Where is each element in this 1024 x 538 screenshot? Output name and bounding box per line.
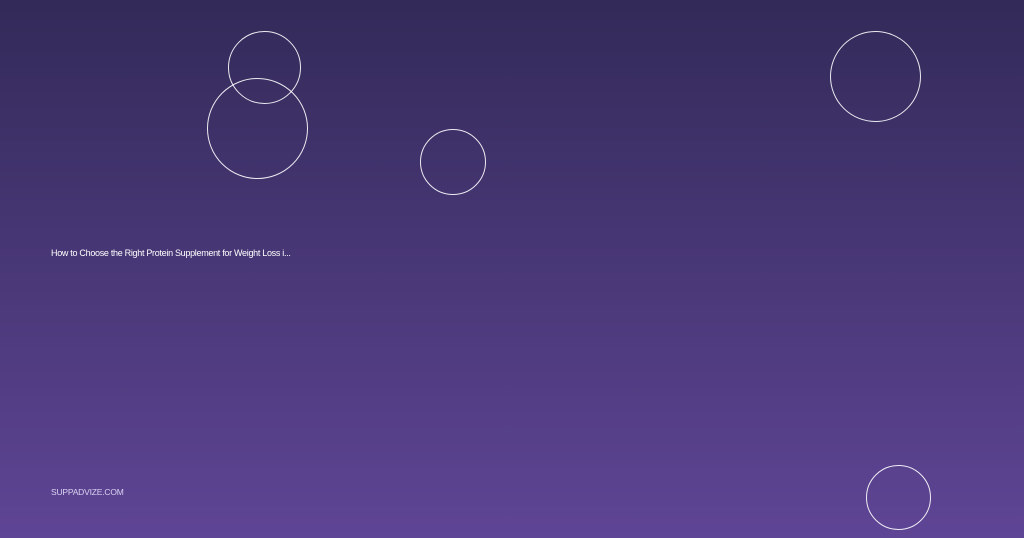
decorative-circle [830, 31, 921, 122]
article-headline: How to Choose the Right Protein Suppleme… [51, 248, 291, 258]
decorative-circle [207, 78, 308, 179]
decorative-circle [866, 465, 931, 530]
decorative-circle [420, 129, 486, 195]
site-domain: SUPPADVIZE.COM [51, 487, 124, 497]
og-image-card: How to Choose the Right Protein Suppleme… [0, 0, 1024, 538]
